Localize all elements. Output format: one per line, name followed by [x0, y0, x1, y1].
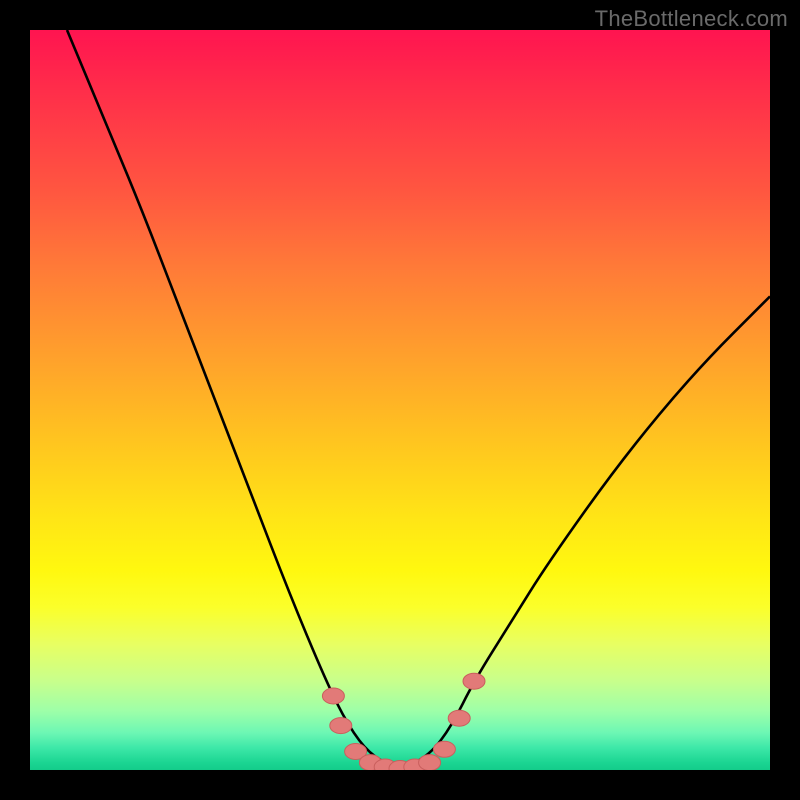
watermark-text: TheBottleneck.com [595, 6, 788, 32]
plot-area [30, 30, 770, 770]
chart-frame: TheBottleneck.com [0, 0, 800, 800]
marker-dot [463, 673, 485, 689]
bottleneck-curve [67, 30, 770, 766]
marker-dot [419, 755, 441, 770]
marker-dot [322, 688, 344, 704]
optimal-markers [322, 673, 485, 770]
curve-layer [30, 30, 770, 770]
marker-dot [433, 741, 455, 757]
marker-dot [330, 718, 352, 734]
marker-dot [448, 710, 470, 726]
